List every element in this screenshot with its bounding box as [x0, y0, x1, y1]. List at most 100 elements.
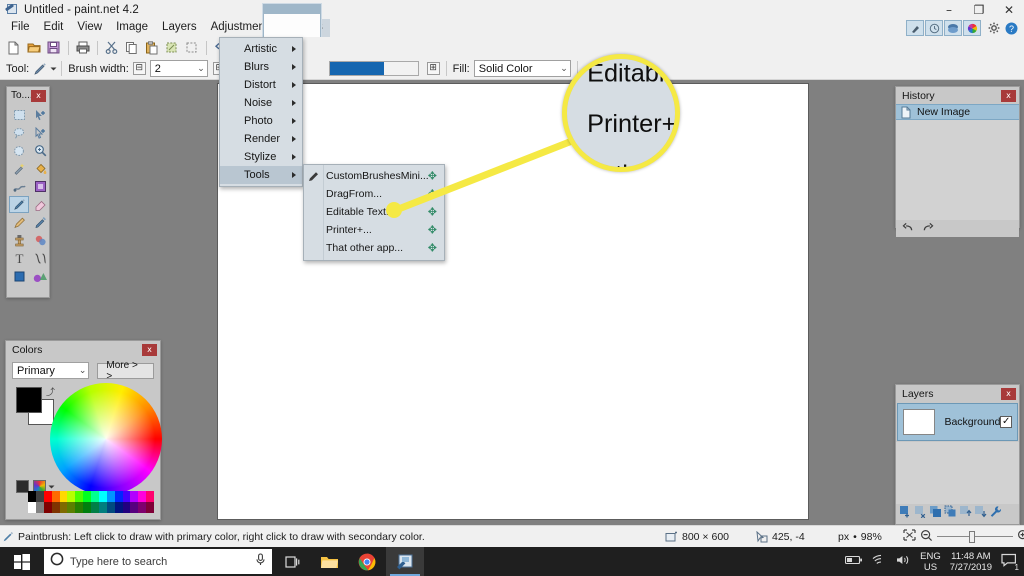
- chrome-icon[interactable]: [348, 547, 386, 576]
- task-view-icon[interactable]: [272, 547, 310, 576]
- cut-icon[interactable]: [102, 38, 121, 57]
- palette-swatch[interactable]: [138, 502, 147, 513]
- shapes-tool[interactable]: [30, 268, 50, 285]
- clock[interactable]: 11:48 AM 7/27/2019: [950, 551, 992, 573]
- submenu-item-dragfrom[interactable]: DragFrom... ✥: [304, 185, 444, 203]
- image-canvas[interactable]: [218, 84, 808, 519]
- palette-swatch[interactable]: [28, 502, 36, 513]
- zoom-slider[interactable]: [937, 530, 1013, 543]
- move-layer-up-button[interactable]: [959, 505, 972, 523]
- palette-swatch[interactable]: [59, 502, 68, 513]
- palette-swatch[interactable]: [43, 502, 52, 513]
- palette-swatch[interactable]: [83, 491, 91, 502]
- brush-width-decrease-button[interactable]: ⊟: [132, 62, 146, 75]
- eraser-tool[interactable]: [30, 196, 50, 213]
- close-colors-panel-button[interactable]: x: [142, 344, 157, 356]
- delete-layer-button[interactable]: [914, 505, 927, 523]
- effects-menu-item-distort[interactable]: Distort: [220, 76, 302, 94]
- submenu-item-editable-text[interactable]: Editable Text... ✥: [304, 203, 444, 221]
- merge-layer-down-button[interactable]: [944, 505, 957, 523]
- menu-view[interactable]: View: [70, 19, 109, 37]
- palette-swatch[interactable]: [130, 502, 139, 513]
- effects-menu-item-stylize[interactable]: Stylize: [220, 148, 302, 166]
- history-item-new-image[interactable]: New Image: [896, 104, 1019, 120]
- palette-swatch[interactable]: [138, 491, 147, 502]
- color-mode-dropdown[interactable]: Primary ⌄: [12, 362, 90, 379]
- gear-icon[interactable]: [985, 20, 1002, 36]
- paintbrush-icon[interactable]: [33, 62, 47, 76]
- palette-swatch[interactable]: [75, 502, 84, 513]
- paintbrush-tool[interactable]: [9, 196, 29, 213]
- history-list-body[interactable]: [896, 120, 1019, 220]
- effects-menu-item-tools[interactable]: Tools: [220, 166, 302, 184]
- speaker-icon[interactable]: [896, 554, 911, 569]
- rectangle-select-tool[interactable]: [9, 106, 29, 123]
- close-tools-panel-button[interactable]: x: [31, 90, 46, 102]
- text-tool[interactable]: T: [9, 250, 29, 267]
- color-picker-tool[interactable]: [30, 214, 50, 231]
- palette-swatch[interactable]: [114, 502, 123, 513]
- palette-swatch[interactable]: [91, 491, 99, 502]
- zoom-tool[interactable]: [30, 142, 50, 159]
- maximize-button[interactable]: ❐: [964, 0, 994, 19]
- palette-swatch[interactable]: [35, 491, 44, 502]
- palette-swatch[interactable]: [122, 491, 131, 502]
- magic-wand-tool[interactable]: [9, 160, 29, 177]
- palette-swatch[interactable]: [67, 491, 76, 502]
- primary-color-swatch[interactable]: [16, 387, 42, 413]
- hardness-slider[interactable]: [328, 61, 419, 76]
- colors-panel-toggle[interactable]: [963, 20, 981, 36]
- deselect-icon[interactable]: [182, 38, 201, 57]
- fill-dropdown[interactable]: Solid Color ⌄: [473, 60, 571, 77]
- file-explorer-icon[interactable]: [310, 547, 348, 576]
- close-button[interactable]: ✕: [994, 0, 1024, 19]
- move-layer-down-button[interactable]: [974, 505, 987, 523]
- windows-start-icon[interactable]: [0, 547, 44, 576]
- move-selected-tool[interactable]: [30, 106, 50, 123]
- paste-icon[interactable]: [142, 38, 161, 57]
- paintnet-taskbar-icon[interactable]: [386, 547, 424, 576]
- move-selection-tool[interactable]: [30, 124, 50, 141]
- wifi-icon[interactable]: [872, 554, 887, 569]
- palette-swatch[interactable]: [91, 502, 99, 513]
- palette-swatch[interactable]: [28, 491, 36, 502]
- zoom-in-icon[interactable]: [1017, 529, 1024, 545]
- effects-menu-item-photo[interactable]: Photo: [220, 112, 302, 130]
- palette-swatch[interactable]: [98, 491, 107, 502]
- language-indicator[interactable]: ENG US: [920, 551, 941, 573]
- submenu-item-custombrushesmini[interactable]: CustomBrushesMini... ✥: [304, 167, 444, 185]
- close-history-panel-button[interactable]: x: [1001, 90, 1016, 102]
- history-undo-button[interactable]: [901, 220, 915, 238]
- layers-panel-toggle[interactable]: [944, 20, 962, 36]
- duplicate-layer-button[interactable]: [929, 505, 942, 523]
- open-icon[interactable]: [24, 38, 43, 57]
- effects-menu-item-artistic[interactable]: Artistic: [220, 40, 302, 58]
- palette-swatch[interactable]: [106, 502, 115, 513]
- palette-swatch[interactable]: [83, 502, 91, 513]
- palette-swatch[interactable]: [43, 491, 52, 502]
- palette-swatch[interactable]: [67, 502, 76, 513]
- pencil-tool[interactable]: [9, 214, 29, 231]
- palette-swatch[interactable]: [130, 491, 139, 502]
- hardness-increase-button[interactable]: ⊞: [426, 62, 440, 75]
- print-icon[interactable]: [73, 38, 92, 57]
- add-layer-button[interactable]: [899, 505, 912, 523]
- palette-swatch[interactable]: [122, 502, 131, 513]
- palette-swatch[interactable]: [146, 491, 154, 502]
- palette-swatch[interactable]: [106, 491, 115, 502]
- submenu-item-that-other-app[interactable]: That other app... ✥: [304, 239, 444, 257]
- fit-to-window-icon[interactable]: [903, 529, 916, 544]
- close-layers-panel-button[interactable]: x: [1001, 388, 1016, 400]
- battery-icon[interactable]: [845, 555, 863, 568]
- clone-stamp-tool[interactable]: [9, 232, 29, 249]
- new-icon[interactable]: [4, 38, 23, 57]
- microphone-icon[interactable]: [255, 552, 266, 571]
- menu-file[interactable]: File: [4, 19, 37, 37]
- brush-width-input[interactable]: 2 ⌄: [149, 60, 208, 77]
- taskbar-search-box[interactable]: Type here to search: [44, 549, 272, 574]
- color-wheel[interactable]: [50, 383, 162, 495]
- effects-menu-item-noise[interactable]: Noise: [220, 94, 302, 112]
- layer-row-background[interactable]: Background ✓: [897, 403, 1018, 441]
- line-curve-tool[interactable]: [30, 250, 50, 267]
- lasso-select-tool[interactable]: [9, 124, 29, 141]
